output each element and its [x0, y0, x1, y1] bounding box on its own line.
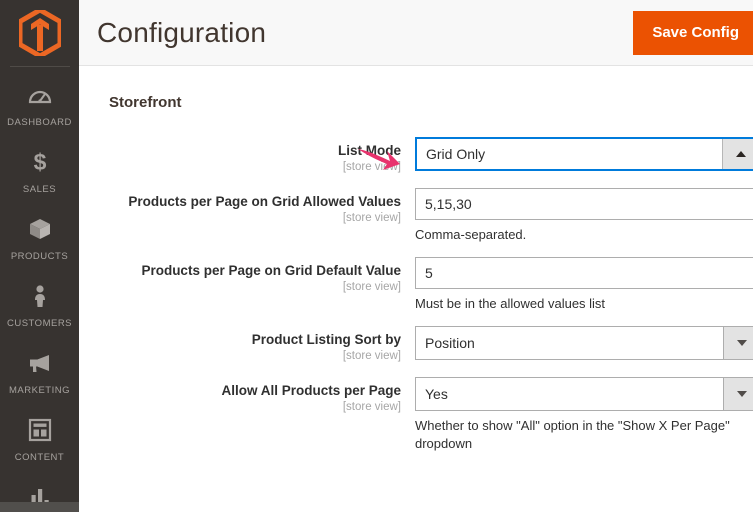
sidebar-item-marketing[interactable]: MARKETING — [0, 341, 79, 408]
field-row-product-listing-sort-by: Product Listing Sort by [store view] Pos… — [109, 326, 753, 364]
magento-logo[interactable] — [0, 0, 79, 66]
admin-configuration-page: DASHBOARD $ SALES PRODUCTS CUSTOMERS MAR… — [0, 0, 753, 512]
save-config-button[interactable]: Save Config — [633, 10, 753, 55]
field-label: List Mode — [338, 143, 401, 158]
sidebar-divider — [9, 66, 70, 67]
field-row-products-per-page-default: Products per Page on Grid Default Value … — [109, 257, 753, 313]
field-label-column: List Mode [store view] — [109, 137, 415, 175]
chevron-down-icon[interactable] — [723, 327, 753, 359]
magento-logo-icon — [18, 10, 61, 56]
field-control-column: Comma-separated. — [415, 188, 753, 244]
field-control-column: Position — [415, 326, 753, 360]
field-label: Products per Page on Grid Allowed Values — [128, 194, 401, 209]
field-row-list-mode: List Mode [store view] Grid Only — [109, 137, 753, 175]
field-label: Allow All Products per Page — [221, 383, 401, 398]
product-listing-sort-by-value: Position — [416, 327, 723, 359]
sidebar-item-sales[interactable]: $ SALES — [0, 140, 79, 207]
layout-panel-icon — [2, 417, 77, 443]
chevron-down-icon[interactable] — [723, 378, 753, 410]
field-control-column: Yes Whether to show "All" option in the … — [415, 377, 753, 453]
field-scope-label: [store view] — [342, 350, 401, 362]
field-note: Must be in the allowed values list — [415, 296, 606, 311]
sidebar-item-products[interactable]: PRODUCTS — [0, 207, 79, 274]
sidebar-item-label: MARKETING — [9, 385, 70, 396]
sidebar-item-content[interactable]: CONTENT — [0, 408, 79, 475]
sidebar-item-label: CONTENT — [14, 452, 65, 463]
dashboard-gauge-icon — [2, 82, 77, 108]
svg-text:$: $ — [33, 150, 46, 174]
field-label: Product Listing Sort by — [251, 332, 401, 347]
list-mode-select[interactable]: Grid Only — [415, 137, 753, 171]
field-scope-label: [store view] — [342, 212, 401, 224]
box-icon — [2, 216, 77, 242]
field-control-column: Grid Only — [415, 137, 753, 171]
list-mode-select-value: Grid Only — [417, 139, 722, 169]
page-header: Configuration Save Config — [79, 0, 753, 66]
field-scope-label: [store view] — [342, 401, 401, 413]
main-content-area: Configuration Save Config Storefront Lis… — [79, 0, 753, 512]
page-title: Configuration — [97, 16, 267, 48]
product-listing-sort-by-select[interactable]: Position — [415, 326, 753, 360]
field-note: Whether to show "All" option in the "Sho… — [415, 418, 730, 451]
field-control-column: Must be in the allowed values list — [415, 257, 753, 313]
sidebar-item-label: PRODUCTS — [10, 251, 69, 262]
admin-sidebar: DASHBOARD $ SALES PRODUCTS CUSTOMERS MAR… — [0, 0, 79, 512]
person-icon — [2, 283, 77, 309]
field-label-column: Allow All Products per Page [store view] — [109, 377, 415, 415]
sidebar-item-label: CUSTOMERS — [6, 318, 73, 329]
sidebar-item-dashboard[interactable]: DASHBOARD — [0, 73, 79, 140]
allow-all-products-per-page-select[interactable]: Yes — [415, 377, 753, 411]
field-label-column: Products per Page on Grid Allowed Values… — [109, 188, 415, 226]
dollar-sign-icon: $ — [2, 149, 77, 175]
field-label-column: Product Listing Sort by [store view] — [109, 326, 415, 364]
configuration-form: Storefront List Mode [store view] Grid O… — [79, 66, 753, 453]
field-scope-label: [store view] — [342, 281, 401, 293]
section-title-storefront: Storefront — [109, 94, 182, 111]
field-label-column: Products per Page on Grid Default Value … — [109, 257, 415, 295]
megaphone-icon — [2, 350, 77, 376]
products-per-page-allowed-input[interactable] — [415, 188, 753, 220]
field-row-products-per-page-allowed: Products per Page on Grid Allowed Values… — [109, 188, 753, 244]
allow-all-products-per-page-value: Yes — [416, 378, 723, 410]
field-row-allow-all-products-per-page: Allow All Products per Page [store view]… — [109, 377, 753, 453]
sidebar-bottom-strip — [0, 502, 79, 512]
products-per-page-default-input[interactable] — [415, 257, 753, 289]
sidebar-item-customers[interactable]: CUSTOMERS — [0, 274, 79, 341]
field-label: Products per Page on Grid Default Value — [141, 263, 401, 278]
sidebar-item-label: SALES — [22, 184, 57, 195]
chevron-up-icon[interactable] — [722, 139, 753, 169]
field-scope-label: [store view] — [342, 161, 401, 173]
sidebar-item-label: DASHBOARD — [7, 117, 72, 128]
field-note: Comma-separated. — [415, 227, 527, 242]
